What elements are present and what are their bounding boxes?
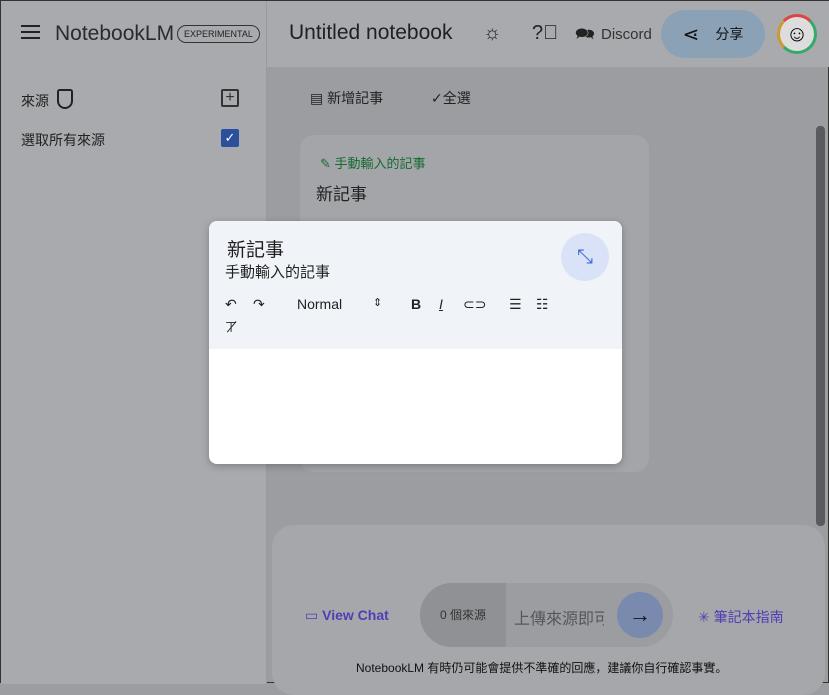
chat-input-bar: 0 個來源 上傳來源即可開始 → [420,583,673,647]
format-select[interactable]: Normal [297,296,342,312]
pencil-icon: ✎ [320,156,331,171]
help-icon[interactable]: ?⃝ [532,22,558,45]
add-note-label: 新增記事 [327,90,384,106]
select-all-sources-checkbox[interactable]: ✓ [221,129,239,147]
select-all-notes-button[interactable]: ✓全選 [431,88,471,108]
share-label: 分享 [715,26,744,42]
asterisk-icon: ✳ [698,609,710,625]
chat-icon: ▭ [305,607,319,623]
select-all-sources-label: 選取所有來源 [21,132,105,148]
bullet-list-icon[interactable]: ☷ [536,296,549,313]
note-card-label: 手動輸入的記事 [334,156,426,171]
clear-format-icon[interactable]: ⊤̸ [225,319,237,336]
notebook-title[interactable]: Untitled notebook [289,21,452,45]
experimental-badge: EXPERIMENTAL [177,25,260,43]
check-icon: ✓ [431,90,443,106]
brand: NotebookLM [55,22,175,45]
discord-link[interactable]: Discord [601,26,652,43]
editor-body[interactable] [209,349,622,464]
avatar[interactable]: ☺ [777,14,817,54]
share-button[interactable]: ⋖ 分享 [661,10,765,58]
source-count: 0 個來源 [420,583,506,647]
chat-input[interactable]: 上傳來源即可開始 [514,605,604,629]
guide-label: 筆記本指南 [713,609,784,625]
format-select-arrows-icon[interactable]: ⇕ [373,296,382,309]
note-icon: ▤ [310,90,324,106]
ordered-list-icon[interactable]: ☰ [509,296,522,313]
share-icon: ⋖ [682,23,700,46]
editor-subtitle: 手動輸入的記事 [225,264,331,281]
italic-icon[interactable]: I [439,296,443,312]
discord-chat-icon[interactable]: 🗪 [575,23,595,50]
disclaimer: NotebookLM 有時仍可能會提供不準確的回應，建議你自行確認事實。 [356,661,728,675]
select-all-label: 全選 [442,90,471,106]
collapse-icon[interactable]: ⤡ [561,233,609,281]
view-chat-button[interactable]: ▭ View Chat [305,607,389,624]
add-note-button[interactable]: ▤ 新增記事 [310,88,383,108]
theme-icon[interactable]: ☼ [483,22,501,45]
undo-icon[interactable]: ↶ [225,296,237,313]
editor-title[interactable]: 新記事 [227,235,284,262]
menu-icon[interactable] [21,25,40,39]
scrollbar[interactable] [816,126,825,526]
add-source-button[interactable]: + [221,89,239,107]
note-editor-modal: 新記事 手動輸入的記事 ⤡ ↶ ↷ Normal ⇕ B I ⊂⊃ ☰ ☷ ⊤̸ [209,221,622,464]
bold-icon[interactable]: B [411,296,421,312]
redo-icon[interactable]: ↷ [253,296,265,313]
notebook-guide-button[interactable]: ✳ 筆記本指南 [698,607,784,627]
note-card-title: 新記事 [316,185,367,204]
sources-label: 來源 [21,93,49,109]
send-button[interactable]: → [617,592,663,638]
shield-icon [57,89,73,109]
view-chat-label: View Chat [322,607,389,623]
link-icon[interactable]: ⊂⊃ [463,296,486,313]
